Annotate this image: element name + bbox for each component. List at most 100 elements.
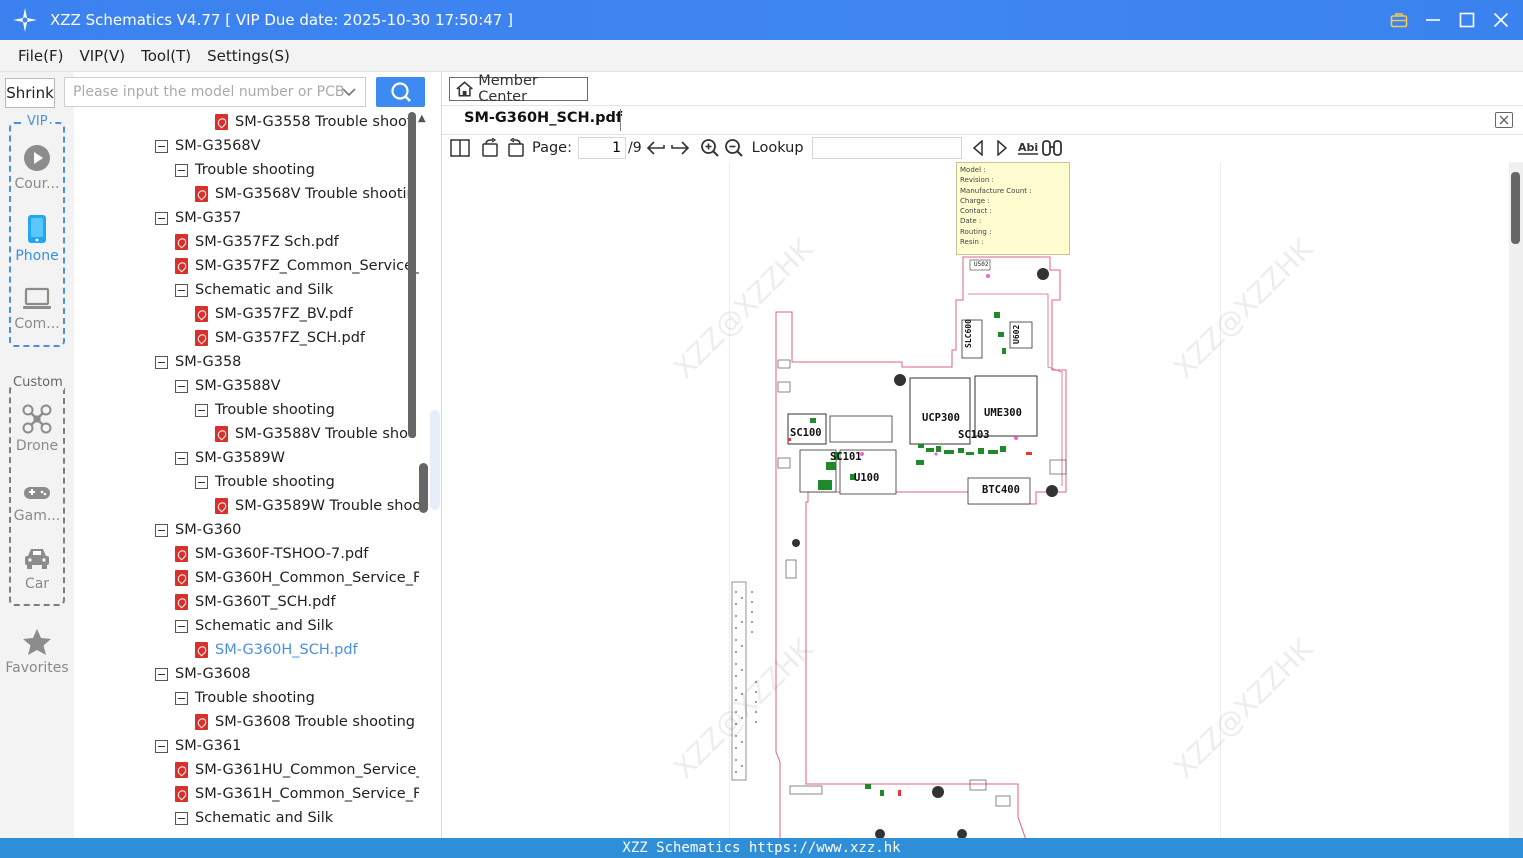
tree-folder-row[interactable]: Schematic and Silk xyxy=(175,806,333,830)
component-label: SC103 xyxy=(958,429,990,441)
tree-folder-row[interactable]: SM-G357 xyxy=(155,206,241,230)
tree-item-label: SM-G360H_SCH.pdf xyxy=(215,642,358,658)
rail-item-computer[interactable]: Com... xyxy=(0,286,74,332)
collapse-toggle-icon[interactable] xyxy=(155,667,168,681)
tree-item-label: SM-G3588V xyxy=(195,378,281,394)
search-button[interactable] xyxy=(376,77,425,107)
tree-file-row[interactable]: SM-G357FZ Sch.pdf xyxy=(175,230,339,254)
maximize-button[interactable] xyxy=(1457,10,1477,30)
tree-folder-row[interactable]: Schematic and Silk xyxy=(175,278,333,302)
document-scrollbar-thumb[interactable] xyxy=(1511,172,1520,244)
rotate-left-icon[interactable] xyxy=(478,136,502,160)
vip-bag-icon[interactable] xyxy=(1389,10,1409,30)
collapse-toggle-icon[interactable] xyxy=(195,475,208,489)
tab-sm-g360h-sch[interactable]: SM-G360H_SCH.pdf xyxy=(464,110,622,126)
tree-item-label: SM-G360F-TSHOO-7.pdf xyxy=(195,546,369,562)
close-document-icon[interactable] xyxy=(1495,112,1513,128)
tree-file-row[interactable]: SM-G357FZ_BV.pdf xyxy=(195,302,353,326)
rail-item-label: Com... xyxy=(14,316,60,332)
component-label: U100 xyxy=(854,472,880,484)
tree-item-label: Schematic and Silk xyxy=(195,618,334,634)
collapse-toggle-icon[interactable] xyxy=(175,691,188,705)
tree-folder-row[interactable]: Trouble shooting xyxy=(195,470,335,494)
tree-folder-row[interactable]: Trouble shooting xyxy=(175,686,315,710)
tree-file-row[interactable]: SM-G360T_SCH.pdf xyxy=(175,590,336,614)
rail-item-phone[interactable]: Phone xyxy=(0,214,74,264)
tree-scrollbar[interactable] xyxy=(408,112,416,438)
tree-file-row[interactable]: SM-G357FZ_Common_Service_F xyxy=(175,254,419,278)
menu-settings[interactable]: Settings(S) xyxy=(199,47,298,65)
tree-folder-row[interactable]: Schematic and Silk xyxy=(175,614,333,638)
previous-page-arrow-icon[interactable] xyxy=(644,136,668,160)
document-viewport[interactable]: Model : Revision : Manufacture Count : C… xyxy=(442,162,1509,838)
rail-item-drone[interactable]: Drone xyxy=(0,404,74,454)
tree-file-row[interactable]: SM-G361H_Common_Service_Fu xyxy=(175,782,419,806)
rail-item-favorites[interactable]: Favorites xyxy=(0,628,74,676)
lookup-input[interactable] xyxy=(811,137,962,159)
rail-item-label: Drone xyxy=(15,438,59,454)
collapse-toggle-icon[interactable] xyxy=(175,283,188,297)
tree-folder-row[interactable]: SM-G358 xyxy=(155,350,241,374)
tree-file-row[interactable]: SM-G360F-TSHOO-7.pdf xyxy=(175,542,368,566)
collapse-toggle-icon[interactable] xyxy=(155,523,168,537)
find-next-icon[interactable] xyxy=(990,136,1014,160)
tree-item-label: SM-G3608 Trouble shooting xyxy=(215,714,416,730)
tree-item-label: SM-G3568V Trouble shootin xyxy=(215,186,416,202)
member-center-button[interactable]: Member Center xyxy=(449,73,588,105)
zoom-out-icon[interactable] xyxy=(722,136,746,160)
match-case-icon[interactable]: Abi xyxy=(1016,136,1040,160)
tree-item-label: SM-G3558 Trouble shooti xyxy=(235,114,417,130)
menu-tool[interactable]: Tool(T) xyxy=(133,47,199,65)
tree-folder-row[interactable]: SM-G360 xyxy=(155,518,241,542)
tree-folder-row[interactable]: SM-G3568V xyxy=(155,134,261,158)
tree-folder-row[interactable]: Trouble shooting xyxy=(195,398,335,422)
tree-file-row[interactable]: SM-G360H_Common_Service_Fu xyxy=(175,566,419,590)
tree-file-row[interactable]: SM-G3608 Trouble shooting xyxy=(195,710,415,734)
collapse-toggle-icon[interactable] xyxy=(155,211,168,225)
tree-folder-row[interactable]: SM-G361 xyxy=(155,734,241,758)
panel-splitter[interactable] xyxy=(430,410,440,510)
two-page-view-icon[interactable] xyxy=(448,136,472,160)
find-previous-icon[interactable] xyxy=(966,136,990,160)
zoom-in-icon[interactable] xyxy=(698,136,722,160)
collapse-toggle-icon[interactable] xyxy=(155,355,168,369)
collapse-toggle-icon[interactable] xyxy=(155,139,168,153)
tree-folder-row[interactable]: SM-G3589W xyxy=(175,446,285,470)
collapse-toggle-icon[interactable] xyxy=(175,379,188,393)
next-page-arrow-icon[interactable] xyxy=(668,136,692,160)
collapse-toggle-icon[interactable] xyxy=(175,811,188,825)
tree-file-row[interactable]: SM-G357FZ_SCH.pdf xyxy=(195,326,365,350)
tree-file-row[interactable]: SM-G361HU_Common_Service_ xyxy=(175,758,419,782)
document-scrollbar-track[interactable] xyxy=(1509,162,1523,838)
tree-file-row[interactable]: SM-G3568V Trouble shootin xyxy=(195,182,416,206)
minimize-button[interactable] xyxy=(1423,10,1443,30)
chevron-down-icon[interactable] xyxy=(340,83,358,101)
tree-file-row[interactable]: SM-G3589W Trouble shoo xyxy=(215,494,419,518)
model-search-input[interactable] xyxy=(64,77,366,107)
scroll-up-arrow-icon[interactable]: ▲ xyxy=(418,113,426,124)
tree-folder-row[interactable]: SM-G3608 xyxy=(155,662,251,686)
collapse-toggle-icon[interactable] xyxy=(175,451,188,465)
collapse-toggle-icon[interactable] xyxy=(195,403,208,417)
lookup-label: Lookup xyxy=(751,140,804,156)
binocular-search-icon[interactable] xyxy=(1040,136,1064,160)
close-button[interactable] xyxy=(1491,10,1511,30)
collapse-toggle-icon[interactable] xyxy=(175,163,188,177)
collapse-toggle-icon[interactable] xyxy=(175,619,188,633)
menu-vip[interactable]: VIP(V) xyxy=(71,47,133,65)
page-number-input[interactable] xyxy=(578,137,626,159)
rotate-right-icon[interactable] xyxy=(504,136,528,160)
menu-file[interactable]: File(F) xyxy=(10,47,71,65)
tree-file-row[interactable]: SM-G3558 Trouble shooti xyxy=(215,110,417,134)
shrink-button[interactable]: Shrink xyxy=(5,78,55,108)
tree-file-row[interactable]: SM-G3588V Trouble shoo xyxy=(215,422,417,446)
tree-folder-row[interactable]: Trouble shooting xyxy=(175,158,315,182)
vip-group-label: VIP xyxy=(25,114,50,129)
rail-item-gaming[interactable]: Gam... xyxy=(0,482,74,524)
splitter-handle[interactable] xyxy=(419,463,428,513)
tree-folder-row[interactable]: SM-G3588V xyxy=(175,374,281,398)
tree-file-row[interactable]: SM-G360H_SCH.pdf xyxy=(195,638,358,662)
rail-item-car[interactable]: Car xyxy=(0,546,74,592)
rail-item-course[interactable]: Cour... xyxy=(0,144,74,192)
collapse-toggle-icon[interactable] xyxy=(155,739,168,753)
